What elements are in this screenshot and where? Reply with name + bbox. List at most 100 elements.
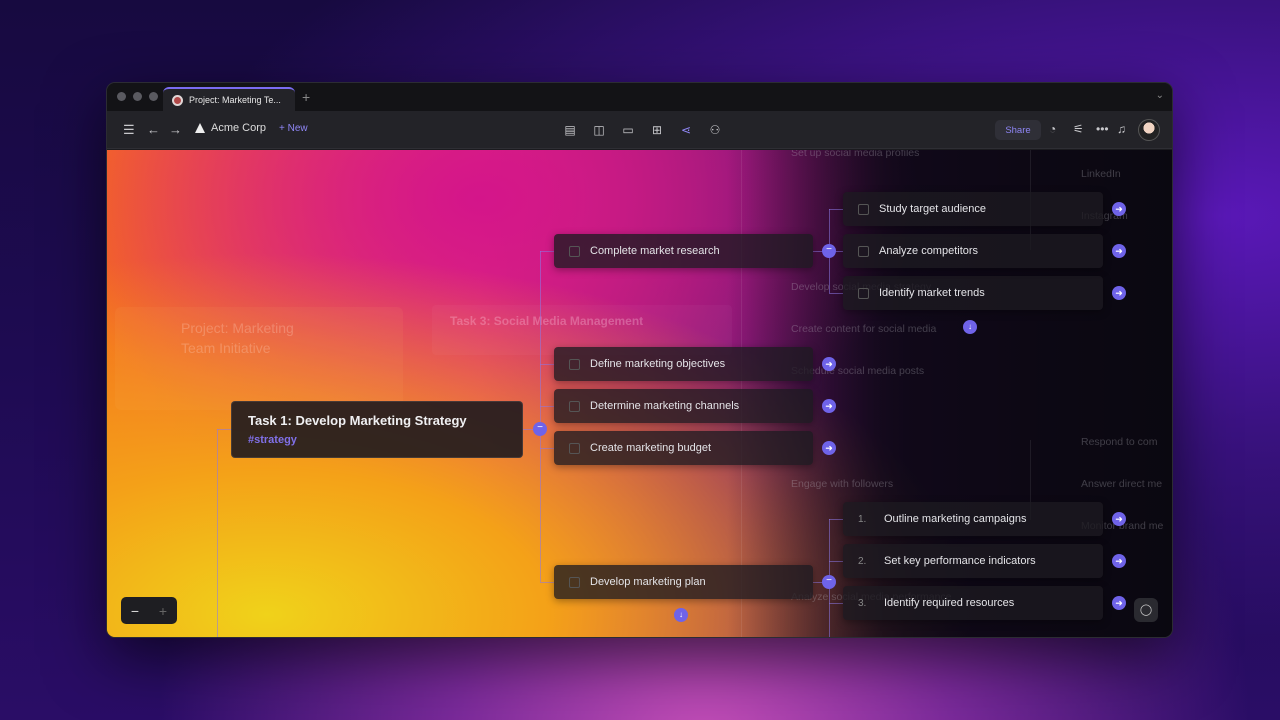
chevron-down-icon[interactable]: ⌄ bbox=[1156, 90, 1164, 101]
subtask-node[interactable]: 3. Identify required resources bbox=[843, 586, 1103, 620]
task-checkbox[interactable] bbox=[858, 287, 869, 299]
item-number: 3. bbox=[858, 597, 867, 609]
avatar[interactable] bbox=[1138, 119, 1160, 141]
filter-icon[interactable]: ⚟ bbox=[1073, 122, 1084, 136]
item-number: 1. bbox=[858, 513, 867, 525]
workspace-logo-icon bbox=[195, 123, 205, 133]
expand-arrow-icon[interactable]: ➜ bbox=[1112, 596, 1126, 610]
more-icon[interactable]: ••• bbox=[1096, 122, 1109, 136]
connector bbox=[540, 364, 554, 365]
calendar-view-icon[interactable]: ▭ bbox=[620, 122, 636, 138]
ghost-item: Answer direct me bbox=[1081, 478, 1163, 490]
mindmap-canvas[interactable]: Project: Marketing Team Initiative Task … bbox=[107, 150, 1172, 637]
subtask-node[interactable]: Identify market trends bbox=[843, 276, 1103, 310]
ai-icon[interactable]: ◔ bbox=[1049, 122, 1056, 136]
share-button[interactable]: Share bbox=[995, 120, 1041, 140]
new-tab-button[interactable]: + bbox=[302, 89, 310, 105]
task-checkbox[interactable] bbox=[569, 358, 580, 370]
window-controls bbox=[117, 92, 158, 101]
workspace-switcher[interactable]: Acme Corp bbox=[195, 122, 266, 134]
task-checkbox[interactable] bbox=[569, 576, 580, 588]
view-switcher: ▤ ◫ ▭ ⊞ ⋖ ⚇ bbox=[562, 122, 723, 138]
ghost-item: Create content for social media bbox=[791, 323, 937, 335]
connector bbox=[829, 603, 843, 604]
list-view-icon[interactable]: ▤ bbox=[562, 122, 578, 138]
tab-project[interactable]: Project: Marketing Te... bbox=[163, 87, 295, 111]
expand-arrow-icon[interactable]: ➜ bbox=[1112, 554, 1126, 568]
chat-icon[interactable]: ◯ bbox=[1134, 598, 1158, 622]
subtask-node[interactable]: Analyze competitors bbox=[843, 234, 1103, 268]
minimize-window-button[interactable] bbox=[133, 92, 142, 101]
connector bbox=[217, 429, 231, 430]
connector bbox=[829, 293, 843, 294]
subtask-label: Create marketing budget bbox=[590, 442, 712, 454]
subtask-node[interactable]: Study target audience bbox=[843, 192, 1103, 226]
new-button[interactable]: + New bbox=[279, 123, 308, 134]
connector bbox=[540, 251, 554, 252]
zoom-in-button[interactable]: + bbox=[159, 603, 167, 619]
task-checkbox[interactable] bbox=[569, 442, 580, 454]
subtask-node[interactable]: Create marketing budget bbox=[554, 431, 813, 465]
subtask-label: Outline marketing campaigns bbox=[884, 513, 1027, 525]
mindmap-view-icon[interactable]: ⋖ bbox=[678, 122, 694, 138]
connector bbox=[540, 406, 554, 407]
expand-arrow-icon[interactable]: ➜ bbox=[822, 399, 836, 413]
expand-arrow-icon[interactable]: ➜ bbox=[1112, 244, 1126, 258]
project-icon bbox=[172, 94, 183, 106]
expand-down-icon[interactable]: ↓ bbox=[674, 608, 688, 622]
connector bbox=[540, 448, 554, 449]
subtask-label: Set key performance indicators bbox=[884, 555, 1036, 567]
task1-tag[interactable]: #strategy bbox=[248, 434, 297, 446]
back-arrow-icon[interactable]: ← bbox=[147, 121, 160, 139]
task-checkbox[interactable] bbox=[569, 245, 580, 257]
connector bbox=[829, 519, 843, 520]
subtask-label: Determine marketing channels bbox=[590, 400, 740, 412]
collapse-button[interactable]: − bbox=[822, 244, 836, 258]
subtask-node[interactable]: Complete market research bbox=[554, 234, 813, 268]
bell-icon[interactable]: ♫ bbox=[1117, 122, 1126, 136]
org-view-icon[interactable]: ⚇ bbox=[707, 122, 723, 138]
subtask-label: Analyze competitors bbox=[879, 245, 979, 257]
sidebar-toggle-icon[interactable]: ☰ bbox=[123, 121, 135, 139]
task-checkbox[interactable] bbox=[569, 400, 580, 412]
root-title-faded: Project: Marketing Team Initiative bbox=[181, 320, 294, 356]
subtask-node[interactable]: 2. Set key performance indicators bbox=[843, 544, 1103, 578]
subtask-node[interactable]: 1. Outline marketing campaigns bbox=[843, 502, 1103, 536]
ghost-item: LinkedIn bbox=[1081, 168, 1121, 180]
expand-arrow-icon[interactable]: ➜ bbox=[822, 357, 836, 371]
table-view-icon[interactable]: ⊞ bbox=[649, 122, 665, 138]
task-checkbox[interactable] bbox=[858, 245, 869, 257]
forward-arrow-icon[interactable]: → bbox=[169, 121, 182, 139]
subtask-node[interactable]: Develop marketing plan bbox=[554, 565, 813, 599]
task3-title-faded: Task 3: Social Media Management bbox=[450, 314, 644, 328]
tab-title: Project: Marketing Te... bbox=[189, 95, 281, 105]
task-checkbox[interactable] bbox=[858, 203, 869, 215]
zoom-controls: − + bbox=[121, 597, 177, 624]
task1-title: Task 1: Develop Marketing Strategy bbox=[248, 413, 467, 428]
share-label: Share bbox=[1005, 124, 1031, 136]
connector bbox=[217, 429, 218, 637]
zoom-out-button[interactable]: − bbox=[131, 603, 139, 619]
task1-node[interactable]: Task 1: Develop Marketing Strategy #stra… bbox=[231, 401, 523, 458]
subtask-label: Identify market trends bbox=[879, 287, 985, 299]
connector bbox=[829, 561, 843, 562]
close-window-button[interactable] bbox=[117, 92, 126, 101]
expand-arrow-icon[interactable]: ➜ bbox=[1112, 286, 1126, 300]
ghost-item: Engage with followers bbox=[791, 478, 894, 490]
collapse-button[interactable]: − bbox=[533, 422, 547, 436]
board-view-icon[interactable]: ◫ bbox=[591, 122, 607, 138]
ghost-item: Respond to com bbox=[1081, 436, 1158, 448]
maximize-window-button[interactable] bbox=[149, 92, 158, 101]
subtask-label: Identify required resources bbox=[884, 597, 1015, 609]
expand-arrow-icon[interactable]: ➜ bbox=[822, 441, 836, 455]
subtask-label: Complete market research bbox=[590, 245, 720, 257]
ghost-item: Set up social media profiles bbox=[791, 150, 920, 159]
toolbar: ☰ ← → Acme Corp + New ▤ ◫ ▭ ⊞ ⋖ ⚇ Share … bbox=[107, 111, 1172, 149]
collapse-button[interactable]: − bbox=[822, 575, 836, 589]
expand-down-icon[interactable]: ↓ bbox=[963, 320, 977, 334]
subtask-node[interactable]: Determine marketing channels bbox=[554, 389, 813, 423]
workspace-name: Acme Corp bbox=[211, 122, 267, 134]
expand-arrow-icon[interactable]: ➜ bbox=[1112, 202, 1126, 216]
subtask-node[interactable]: Define marketing objectives bbox=[554, 347, 813, 381]
expand-arrow-icon[interactable]: ➜ bbox=[1112, 512, 1126, 526]
